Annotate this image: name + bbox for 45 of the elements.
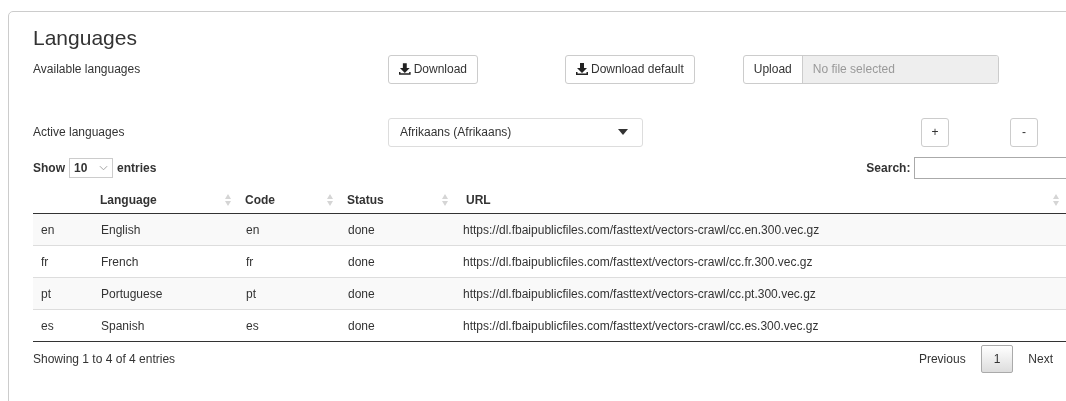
column-header[interactable]: Status <box>340 186 455 214</box>
table-info: Showing 1 to 4 of 4 entries <box>33 352 176 366</box>
download-icon <box>576 63 588 75</box>
table-cell: Portuguese <box>93 277 238 310</box>
column-header[interactable]: Code <box>238 186 340 214</box>
download-button[interactable]: Download default <box>565 54 695 84</box>
sort-icon <box>1053 193 1059 206</box>
entries-select[interactable]: 10 <box>69 158 113 178</box>
table-cell: https://dl.fbaipublicfiles.com/fasttext/vectors-crawl/cc.en.300.vec.gz <box>455 213 1066 246</box>
language-select[interactable]: Afrikaans (Afrikaans) <box>388 117 643 147</box>
table-cell: pt <box>33 277 93 310</box>
page-title: Languages <box>33 26 138 50</box>
column-header[interactable]: URL <box>455 186 1066 214</box>
next-link[interactable]: Next <box>1015 345 1066 373</box>
caret-icon <box>618 129 628 135</box>
table-cell: done <box>340 277 455 310</box>
table-cell: en <box>238 213 340 246</box>
table-cell: done <box>340 309 455 342</box>
table-cell: en <box>33 213 93 246</box>
available-languages-label: Available languages <box>33 62 142 76</box>
table-cell: es <box>33 309 93 342</box>
sort-icon <box>442 193 448 206</box>
sort-icon <box>225 193 231 206</box>
page-button[interactable]: 1 <box>980 345 1014 373</box>
table-cell: English <box>93 213 238 246</box>
table-cell: pt <box>238 277 340 310</box>
chevron-icon <box>99 165 108 171</box>
sort-icon <box>327 193 333 206</box>
download-icon <box>399 63 411 75</box>
search-label: Search: <box>866 161 911 175</box>
download-button[interactable]: Download <box>388 54 478 84</box>
entries-label: entries <box>117 161 157 175</box>
file-upload-field[interactable]: Upload No file selected <box>742 54 999 84</box>
table-cell: https://dl.fbaipublicfiles.com/fasttext/vectors-crawl/cc.pt.300.vec.gz <box>455 277 1066 310</box>
previous-link[interactable]: Previous <box>905 345 979 373</box>
table-cell: Spanish <box>93 309 238 342</box>
column-header[interactable]: Language <box>93 186 238 214</box>
search-field[interactable] <box>914 157 1066 179</box>
add-button[interactable]: + <box>921 117 949 147</box>
table-cell: es <box>238 309 340 342</box>
table-cell: https://dl.fbaipublicfiles.com/fasttext/vectors-crawl/cc.es.300.vec.gz <box>455 309 1066 342</box>
active-languages-label: Active languages <box>33 125 126 139</box>
remove-button[interactable]: - <box>1010 117 1038 147</box>
table-cell: done <box>340 213 455 246</box>
show-label: Show <box>33 161 65 175</box>
